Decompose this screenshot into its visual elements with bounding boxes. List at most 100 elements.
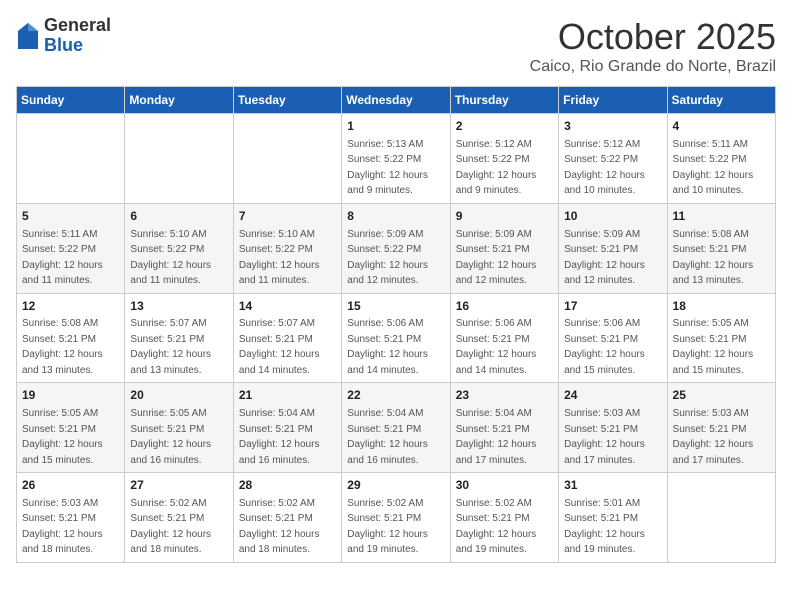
week-row-1: 1 Sunrise: 5:13 AM Sunset: 5:22 PM Daylig… — [17, 114, 776, 204]
day-number: 30 — [456, 477, 553, 494]
day-header-thursday: Thursday — [450, 87, 558, 114]
calendar-cell: 20 Sunrise: 5:05 AM Sunset: 5:21 PM Dayli… — [125, 383, 233, 473]
day-number: 13 — [130, 298, 227, 315]
day-number: 14 — [239, 298, 336, 315]
day-info: Sunrise: 5:04 AM Sunset: 5:21 PM Dayligh… — [347, 408, 428, 466]
day-info: Sunrise: 5:10 AM Sunset: 5:22 PM Dayligh… — [130, 229, 211, 287]
day-info: Sunrise: 5:03 AM Sunset: 5:21 PM Dayligh… — [673, 408, 754, 466]
calendar-cell: 1 Sunrise: 5:13 AM Sunset: 5:22 PM Daylig… — [342, 114, 450, 204]
day-info: Sunrise: 5:09 AM Sunset: 5:22 PM Dayligh… — [347, 229, 428, 287]
day-number: 5 — [22, 208, 119, 225]
day-number: 4 — [673, 118, 770, 135]
day-number: 12 — [22, 298, 119, 315]
day-info: Sunrise: 5:08 AM Sunset: 5:21 PM Dayligh… — [22, 318, 103, 376]
day-info: Sunrise: 5:09 AM Sunset: 5:21 PM Dayligh… — [564, 229, 645, 287]
day-number: 28 — [239, 477, 336, 494]
day-number: 9 — [456, 208, 553, 225]
day-info: Sunrise: 5:02 AM Sunset: 5:21 PM Dayligh… — [130, 498, 211, 556]
day-number: 23 — [456, 387, 553, 404]
calendar-cell: 14 Sunrise: 5:07 AM Sunset: 5:21 PM Dayli… — [233, 293, 341, 383]
day-info: Sunrise: 5:02 AM Sunset: 5:21 PM Dayligh… — [347, 498, 428, 556]
day-number: 1 — [347, 118, 444, 135]
calendar-cell: 23 Sunrise: 5:04 AM Sunset: 5:21 PM Dayli… — [450, 383, 558, 473]
day-info: Sunrise: 5:05 AM Sunset: 5:21 PM Dayligh… — [130, 408, 211, 466]
day-number: 22 — [347, 387, 444, 404]
calendar-cell: 31 Sunrise: 5:01 AM Sunset: 5:21 PM Dayli… — [559, 473, 667, 563]
logo-blue-text: Blue — [44, 36, 111, 56]
calendar-cell: 11 Sunrise: 5:08 AM Sunset: 5:21 PM Dayli… — [667, 203, 775, 293]
logo-general-text: General — [44, 16, 111, 36]
day-number: 20 — [130, 387, 227, 404]
logo-icon — [16, 21, 40, 51]
day-header-sunday: Sunday — [17, 87, 125, 114]
day-info: Sunrise: 5:05 AM Sunset: 5:21 PM Dayligh… — [673, 318, 754, 376]
day-info: Sunrise: 5:06 AM Sunset: 5:21 PM Dayligh… — [456, 318, 537, 376]
calendar-cell — [125, 114, 233, 204]
day-info: Sunrise: 5:13 AM Sunset: 5:22 PM Dayligh… — [347, 139, 428, 197]
day-number: 25 — [673, 387, 770, 404]
day-info: Sunrise: 5:01 AM Sunset: 5:21 PM Dayligh… — [564, 498, 645, 556]
calendar-cell: 21 Sunrise: 5:04 AM Sunset: 5:21 PM Dayli… — [233, 383, 341, 473]
day-info: Sunrise: 5:06 AM Sunset: 5:21 PM Dayligh… — [564, 318, 645, 376]
day-info: Sunrise: 5:04 AM Sunset: 5:21 PM Dayligh… — [456, 408, 537, 466]
day-number: 11 — [673, 208, 770, 225]
day-header-wednesday: Wednesday — [342, 87, 450, 114]
calendar-cell: 6 Sunrise: 5:10 AM Sunset: 5:22 PM Daylig… — [125, 203, 233, 293]
day-number: 26 — [22, 477, 119, 494]
day-header-saturday: Saturday — [667, 87, 775, 114]
day-info: Sunrise: 5:12 AM Sunset: 5:22 PM Dayligh… — [564, 139, 645, 197]
logo: General Blue — [16, 16, 111, 56]
calendar-cell: 26 Sunrise: 5:03 AM Sunset: 5:21 PM Dayli… — [17, 473, 125, 563]
calendar-cell: 24Sunrise: 5:03 AM Sunset: 5:21 PM Dayli… — [559, 383, 667, 473]
calendar-cell: 4Sunrise: 5:11 AM Sunset: 5:22 PM Daylig… — [667, 114, 775, 204]
week-row-2: 5 Sunrise: 5:11 AM Sunset: 5:22 PM Daylig… — [17, 203, 776, 293]
day-info: Sunrise: 5:10 AM Sunset: 5:22 PM Dayligh… — [239, 229, 320, 287]
day-number: 31 — [564, 477, 661, 494]
month-title: October 2025 — [530, 16, 776, 58]
day-info: Sunrise: 5:06 AM Sunset: 5:21 PM Dayligh… — [347, 318, 428, 376]
week-row-5: 26 Sunrise: 5:03 AM Sunset: 5:21 PM Dayli… — [17, 473, 776, 563]
day-info: Sunrise: 5:09 AM Sunset: 5:21 PM Dayligh… — [456, 229, 537, 287]
day-info: Sunrise: 5:07 AM Sunset: 5:21 PM Dayligh… — [239, 318, 320, 376]
day-number: 27 — [130, 477, 227, 494]
location-title: Caico, Rio Grande do Norte, Brazil — [530, 58, 776, 76]
day-info: Sunrise: 5:04 AM Sunset: 5:21 PM Dayligh… — [239, 408, 320, 466]
day-number: 16 — [456, 298, 553, 315]
day-number: 19 — [22, 387, 119, 404]
day-number: 7 — [239, 208, 336, 225]
header-row: SundayMondayTuesdayWednesdayThursdayFrid… — [17, 87, 776, 114]
day-info: Sunrise: 5:11 AM Sunset: 5:22 PM Dayligh… — [22, 229, 103, 287]
day-number: 6 — [130, 208, 227, 225]
day-info: Sunrise: 5:02 AM Sunset: 5:21 PM Dayligh… — [456, 498, 537, 556]
day-header-monday: Monday — [125, 87, 233, 114]
calendar-cell: 19 Sunrise: 5:05 AM Sunset: 5:21 PM Dayli… — [17, 383, 125, 473]
day-number: 17 — [564, 298, 661, 315]
page-header: General Blue October 2025 Caico, Rio Gra… — [16, 16, 776, 76]
calendar-cell: 9 Sunrise: 5:09 AM Sunset: 5:21 PM Daylig… — [450, 203, 558, 293]
calendar-cell: 25 Sunrise: 5:03 AM Sunset: 5:21 PM Dayli… — [667, 383, 775, 473]
day-number: 15 — [347, 298, 444, 315]
calendar-cell: 7 Sunrise: 5:10 AM Sunset: 5:22 PM Daylig… — [233, 203, 341, 293]
calendar-cell — [667, 473, 775, 563]
day-info: Sunrise: 5:03 AM Sunset: 5:21 PM Dayligh… — [564, 408, 645, 466]
calendar-cell: 17 Sunrise: 5:06 AM Sunset: 5:21 PM Dayli… — [559, 293, 667, 383]
day-info: Sunrise: 5:03 AM Sunset: 5:21 PM Dayligh… — [22, 498, 103, 556]
day-info: Sunrise: 5:05 AM Sunset: 5:21 PM Dayligh… — [22, 408, 103, 466]
calendar-cell: 18Sunrise: 5:05 AM Sunset: 5:21 PM Dayli… — [667, 293, 775, 383]
day-header-friday: Friday — [559, 87, 667, 114]
calendar-cell: 27 Sunrise: 5:02 AM Sunset: 5:21 PM Dayli… — [125, 473, 233, 563]
calendar-cell: 5 Sunrise: 5:11 AM Sunset: 5:22 PM Daylig… — [17, 203, 125, 293]
day-header-tuesday: Tuesday — [233, 87, 341, 114]
day-number: 21 — [239, 387, 336, 404]
calendar-cell: 29Sunrise: 5:02 AM Sunset: 5:21 PM Dayli… — [342, 473, 450, 563]
week-row-3: 12 Sunrise: 5:08 AM Sunset: 5:21 PM Dayli… — [17, 293, 776, 383]
day-number: 10 — [564, 208, 661, 225]
day-number: 2 — [456, 118, 553, 135]
calendar-table: SundayMondayTuesdayWednesdayThursdayFrid… — [16, 86, 776, 563]
day-info: Sunrise: 5:08 AM Sunset: 5:21 PM Dayligh… — [673, 229, 754, 287]
title-section: October 2025 Caico, Rio Grande do Norte,… — [530, 16, 776, 76]
day-info: Sunrise: 5:12 AM Sunset: 5:22 PM Dayligh… — [456, 139, 537, 197]
calendar-cell — [233, 114, 341, 204]
calendar-cell: 8Sunrise: 5:09 AM Sunset: 5:22 PM Daylig… — [342, 203, 450, 293]
calendar-cell: 16 Sunrise: 5:06 AM Sunset: 5:21 PM Dayli… — [450, 293, 558, 383]
